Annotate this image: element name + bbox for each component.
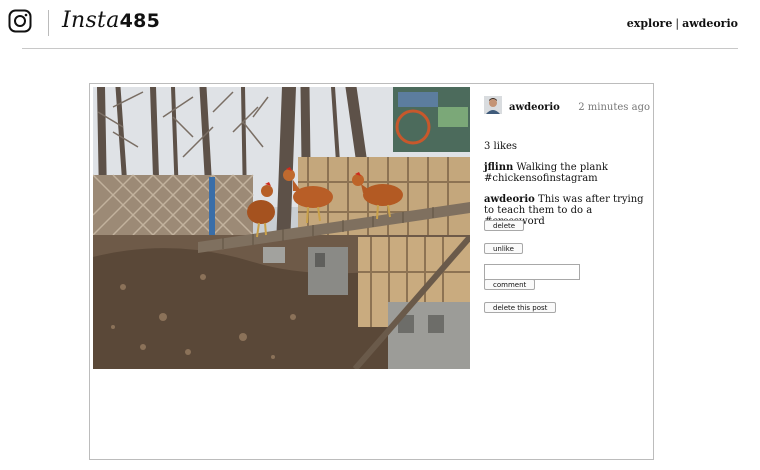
header-divider (22, 48, 738, 49)
delete-post-button[interactable]: delete this post (484, 302, 557, 313)
logo-wordmark[interactable]: Insta485 (62, 8, 160, 33)
post-card: awdeorio 2 minutes ago 3 likes jflinn Wa… (89, 83, 654, 460)
comment-button[interactable]: comment (484, 279, 536, 290)
logo-divider (48, 10, 49, 36)
comment-author-link[interactable]: jflinn (484, 162, 513, 173)
explore-link[interactable]: explore (627, 17, 673, 30)
comment-author-link[interactable]: awdeorio (484, 194, 535, 205)
logo-text: Insta (62, 8, 120, 33)
top-nav: explore | awdeorio (627, 17, 738, 30)
top-bar: Insta485 explore | awdeorio (0, 0, 760, 48)
post-timestamp[interactable]: 2 minutes ago (578, 102, 650, 113)
post-photo[interactable] (93, 87, 470, 369)
avatar[interactable] (484, 96, 502, 114)
delete-comment-button[interactable]: delete (484, 220, 525, 231)
user-profile-link[interactable]: awdeorio (682, 17, 738, 30)
comment-item: jflinn Walking the plank #chickensofinst… (484, 162, 650, 184)
nav-separator: | (675, 17, 680, 30)
post-owner-link[interactable]: awdeorio (509, 102, 560, 113)
unlike-button[interactable]: unlike (484, 243, 523, 254)
logo-number: 485 (119, 10, 161, 32)
comment-input[interactable] (484, 264, 580, 280)
instagram-camera-icon[interactable] (8, 9, 32, 33)
likes-count: 3 likes (484, 141, 518, 152)
post-owner-row: awdeorio 2 minutes ago (484, 96, 650, 118)
